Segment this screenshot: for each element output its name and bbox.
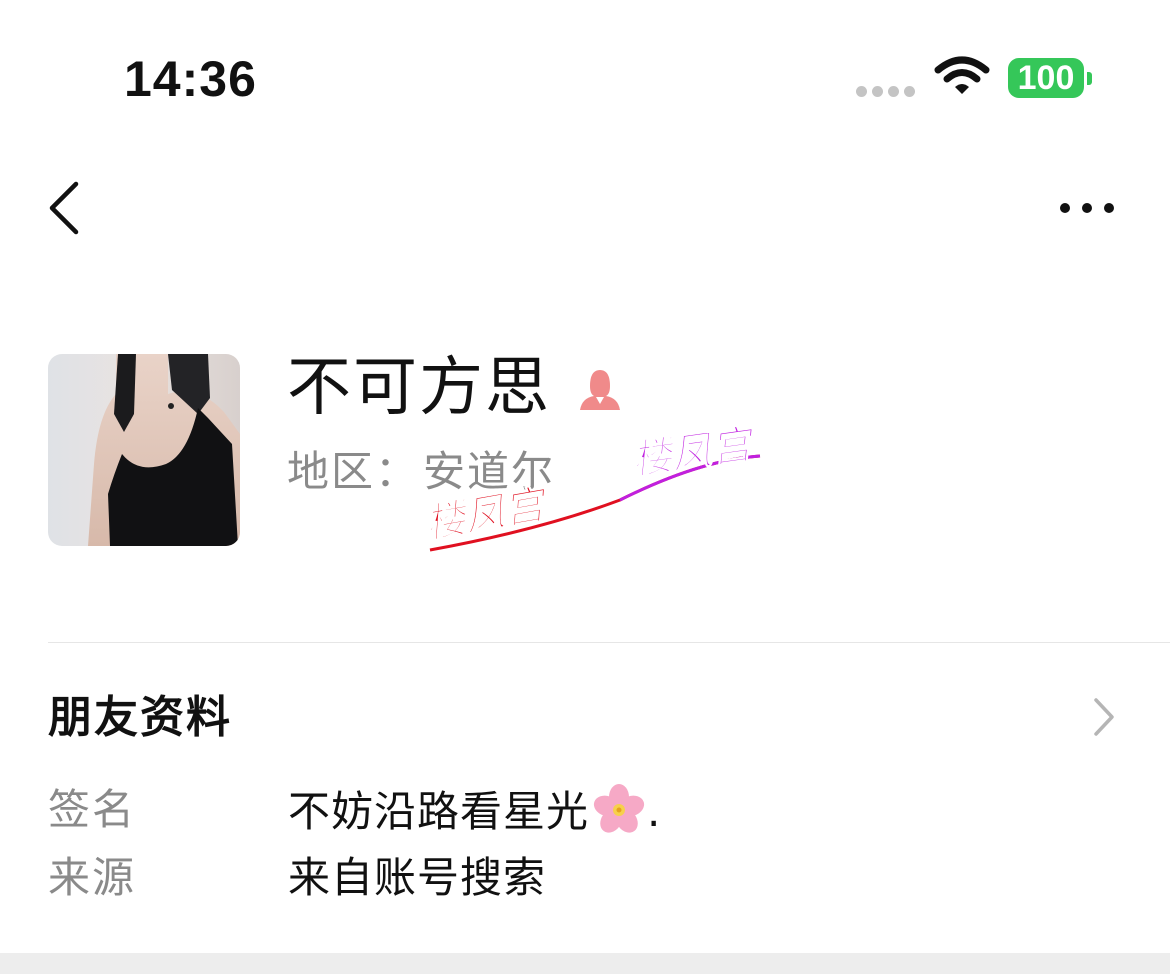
signature-value: 不妨沿路看星光 . bbox=[288, 782, 661, 838]
region-label: 地区： bbox=[287, 447, 420, 496]
back-button[interactable] bbox=[40, 176, 90, 240]
avatar[interactable] bbox=[48, 354, 240, 546]
source-value: 来自账号搜索 bbox=[288, 853, 547, 902]
source-label: 来源 bbox=[48, 853, 137, 902]
cherry-blossom-icon bbox=[593, 784, 645, 833]
status-time: 14:36 bbox=[124, 51, 257, 107]
battery-cap bbox=[1087, 72, 1092, 85]
watermark-text-purple: 楼凤宫 bbox=[629, 421, 759, 484]
info-row-signature: 签名 不妨沿路看星光 . bbox=[48, 782, 661, 838]
section-title-friend-info[interactable]: 朋友资料 bbox=[48, 693, 232, 743]
chevron-left-icon bbox=[49, 181, 79, 235]
section-separator bbox=[0, 953, 1170, 974]
signature-label: 签名 bbox=[48, 785, 137, 834]
divider bbox=[48, 642, 1170, 643]
more-dots-icon bbox=[1060, 203, 1070, 213]
info-row-source: 来源 来自账号搜索 bbox=[48, 854, 546, 902]
wifi-icon bbox=[934, 56, 990, 94]
more-button[interactable] bbox=[1052, 188, 1122, 228]
cellular-signal-icon bbox=[856, 86, 915, 97]
chevron-right-icon[interactable] bbox=[1088, 694, 1118, 740]
battery-indicator: 100 bbox=[1008, 58, 1084, 98]
watermark: 楼凤宫 楼凤宫 bbox=[421, 420, 761, 552]
